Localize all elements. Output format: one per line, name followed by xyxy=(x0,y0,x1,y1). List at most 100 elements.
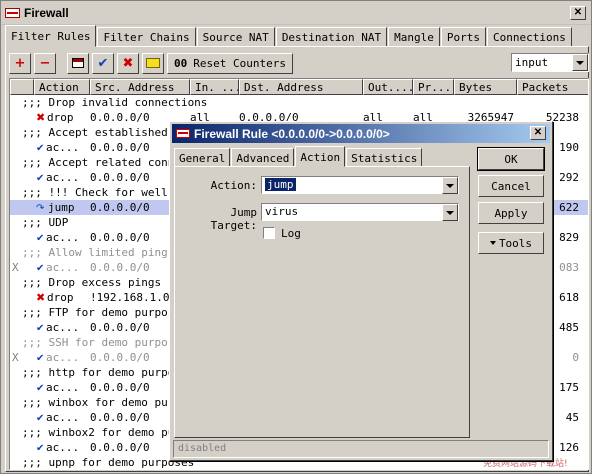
jump-target-dropdown-button[interactable] xyxy=(442,204,458,221)
disable-rule-button[interactable]: ✖ xyxy=(117,52,139,74)
comment-row[interactable]: ;;; Drop invalid connections xyxy=(10,95,588,110)
disabled-flag: X xyxy=(12,351,19,364)
remove-rule-button[interactable]: − xyxy=(34,52,56,74)
column-header-bytes[interactable]: Bytes xyxy=(454,79,517,95)
title-bar[interactable]: Firewall xyxy=(1,1,591,25)
tab-source-nat[interactable]: Source NAT xyxy=(196,27,275,47)
column-header-packets[interactable]: Packets xyxy=(517,79,588,95)
action-tab-panel: Action: jump Jump Target: virus Log xyxy=(174,166,470,438)
toolbar: + − ✔ ✖ 00 Reset Counters xyxy=(9,52,296,74)
action-label: Action: xyxy=(210,179,257,192)
reset-counters-button[interactable]: 00 Reset Counters xyxy=(167,52,293,74)
rule-action: ac... xyxy=(46,231,80,244)
jump-target-select[interactable]: virus xyxy=(261,203,459,221)
chevron-down-icon xyxy=(489,241,496,245)
firewall-window: Firewall ✕ Filter Rules Filter Chains So… xyxy=(0,0,592,474)
close-window-button[interactable]: ✕ xyxy=(570,6,586,20)
drop-icon: ✖ xyxy=(36,111,46,124)
drop-icon: ✖ xyxy=(36,291,46,304)
action-cell: ✖ drop xyxy=(36,291,74,304)
column-header-protocol[interactable]: Pr... xyxy=(413,79,454,95)
action-dropdown-button[interactable] xyxy=(442,177,458,194)
dialog-tab-general[interactable]: General xyxy=(174,148,231,167)
log-label: Log xyxy=(281,227,301,240)
rule-properties-button[interactable] xyxy=(67,52,89,74)
chain-filter-select[interactable]: input xyxy=(511,53,589,72)
rule-action: ac... xyxy=(46,381,80,394)
rule-action: ac... xyxy=(46,321,80,334)
dialog-close-button[interactable]: ✕ xyxy=(530,126,546,140)
action-cell: ✔ ac... xyxy=(36,141,79,154)
apply-button[interactable]: Apply xyxy=(478,202,544,224)
enable-rule-button[interactable]: ✔ xyxy=(92,52,114,74)
action-cell: ✔ ac... xyxy=(36,441,79,454)
action-select[interactable]: jump xyxy=(261,176,459,194)
tab-filter-chains[interactable]: Filter Chains xyxy=(97,27,196,47)
action-select-value: jump xyxy=(265,178,296,191)
table-header: Action Src. Address In. ... Dst. Address… xyxy=(10,79,588,95)
rule-action: drop xyxy=(47,291,74,304)
column-header-dst-address[interactable]: Dst. Address xyxy=(239,79,363,95)
chain-filter-value: input xyxy=(515,56,549,69)
check-icon: ✔ xyxy=(97,55,109,71)
tab-connections[interactable]: Connections xyxy=(487,27,572,47)
rule-action: jump xyxy=(48,201,75,214)
tab-ports[interactable]: Ports xyxy=(440,27,487,47)
accept-icon: ✔ xyxy=(36,413,45,424)
tab-filter-rules[interactable]: Filter Rules xyxy=(5,25,97,47)
tools-button-label: Tools xyxy=(498,236,533,250)
reset-counters-label: Reset Counters xyxy=(193,56,286,70)
dialog-tabs: General Advanced Action Statistics xyxy=(174,146,423,167)
rule-comment: ;;; Drop invalid connections xyxy=(22,96,208,109)
column-header-in-interface[interactable]: In. ... xyxy=(190,79,239,95)
log-checkbox[interactable] xyxy=(263,227,275,239)
disabled-flag: X xyxy=(12,261,19,274)
rule-action: ac... xyxy=(46,411,80,424)
dialog-title: Firewall Rule <0.0.0.0/0->0.0.0.0/0> xyxy=(194,126,390,141)
add-rule-button[interactable]: + xyxy=(9,52,31,74)
minus-icon: − xyxy=(39,55,51,71)
accept-icon: ✔ xyxy=(36,173,45,184)
rule-action: ac... xyxy=(46,171,80,184)
rule-comment: ;;; !!! Check for well-k xyxy=(22,186,181,199)
main-tabs: Filter Rules Filter Chains Source NAT De… xyxy=(5,25,573,47)
chain-filter-dropdown-button[interactable] xyxy=(572,54,588,71)
cancel-button[interactable]: Cancel xyxy=(478,175,544,197)
rule-comment: ;;; SSH for demo purpose xyxy=(22,336,181,349)
column-header-out-interface[interactable]: Out.... xyxy=(363,79,413,95)
rule-action: ac... xyxy=(46,261,80,274)
action-cell: ✔ ac... xyxy=(36,381,79,394)
column-header-flags[interactable] xyxy=(10,79,34,95)
column-header-action[interactable]: Action xyxy=(34,79,90,95)
tools-button[interactable]: Tools xyxy=(478,232,544,254)
tab-mangle[interactable]: Mangle xyxy=(388,27,440,47)
dialog-tab-advanced[interactable]: Advanced xyxy=(231,148,295,167)
rule-action: ac... xyxy=(46,351,80,364)
rule-comment: ;;; winbox for demo purp xyxy=(22,396,181,409)
accept-icon: ✔ xyxy=(36,443,45,454)
action-cell: ✔ ac... xyxy=(36,261,79,274)
dialog-tab-action[interactable]: Action xyxy=(295,146,346,167)
rule-comment: ;;; FTP for demo purpose xyxy=(22,306,181,319)
ok-button[interactable]: OK xyxy=(477,147,545,171)
accept-icon: ✔ xyxy=(36,263,45,274)
chevron-down-icon xyxy=(446,210,454,215)
firewall-rule-icon xyxy=(176,129,190,138)
accept-icon: ✔ xyxy=(36,383,45,394)
column-header-src-address[interactable]: Src. Address xyxy=(90,79,190,95)
tab-destination-nat[interactable]: Destination NAT xyxy=(275,27,388,47)
action-cell: ✖ drop xyxy=(36,111,74,124)
cross-icon: ✖ xyxy=(122,55,134,71)
jump-icon: ↷ xyxy=(36,203,45,214)
dialog-title-bar[interactable]: Firewall Rule <0.0.0.0/0->0.0.0.0/0> xyxy=(172,124,550,143)
dialog-tab-statistics[interactable]: Statistics xyxy=(346,148,423,167)
accept-icon: ✔ xyxy=(36,233,45,244)
rule-comment: ;;; http for demo purpos xyxy=(22,366,181,379)
window-title: Firewall xyxy=(24,5,69,20)
comment-button[interactable] xyxy=(142,52,164,74)
reset-counter-icon: 00 xyxy=(174,56,188,70)
firewall-app-icon xyxy=(5,7,20,18)
accept-icon: ✔ xyxy=(36,143,45,154)
jump-target-value: virus xyxy=(265,205,299,218)
accept-icon: ✔ xyxy=(36,323,45,334)
